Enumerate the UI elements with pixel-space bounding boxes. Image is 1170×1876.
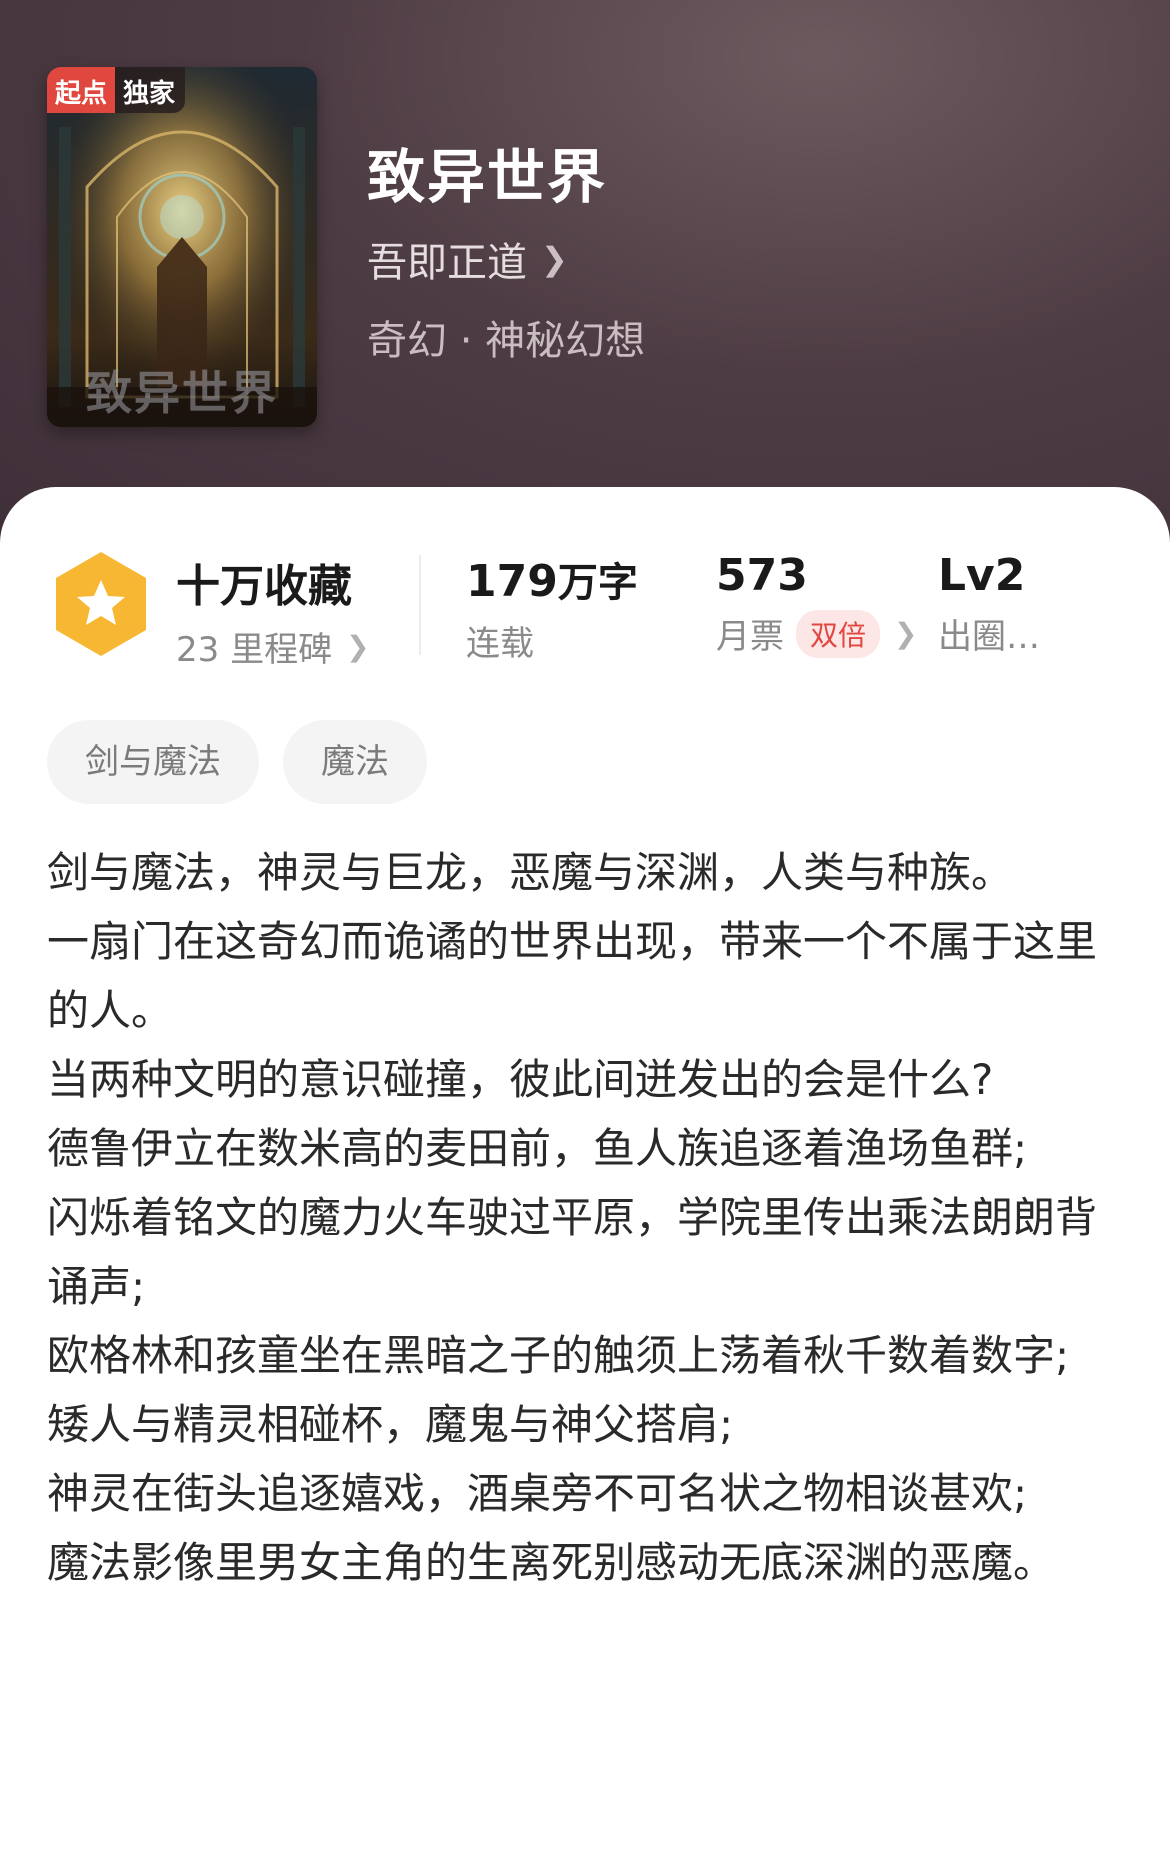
favorites-label: 十万收藏: [176, 561, 352, 612]
description-line: 魔法影像里男女主角的生离死别感动无底深渊的恶魔。: [47, 1538, 1056, 1587]
monthly-votes-label: 月票: [716, 617, 784, 657]
author-link[interactable]: 吾即正道 ❯: [367, 230, 568, 288]
book-description: 剑与魔法，神灵与巨龙，恶魔与深渊，人类与种族。 一扇门在这奇幻而诡谲的世界出现，…: [47, 838, 1127, 1597]
monthly-votes-value: 573: [716, 550, 808, 601]
description-line: 剑与魔法，神灵与巨龙，恶魔与深渊，人类与种族。: [47, 848, 1014, 897]
description-line: 当两种文明的意识碰撞，彼此间迸发出的会是什么?: [47, 1055, 994, 1104]
level-value: Lv2: [938, 550, 1026, 601]
stats-divider: [419, 555, 421, 655]
word-count-unit: 万字: [557, 560, 638, 606]
genre-label[interactable]: 奇幻 · 神秘幻想: [367, 308, 645, 366]
tag-magic[interactable]: 魔法: [283, 720, 427, 804]
star-badge-icon[interactable]: [52, 550, 150, 658]
double-badge: 双倍: [796, 609, 881, 658]
description-line: 闪烁着铭文的魔力火车驶过平原，学院里传出乘法朗朗背诵声;: [47, 1193, 1098, 1311]
book-cover[interactable]: 起点 独家 致异世界: [47, 67, 317, 427]
description-line: 德鲁伊立在数米高的麦田前，鱼人族追逐着渔场鱼群;: [47, 1124, 1028, 1173]
serial-status: 连载: [466, 624, 534, 664]
level-label: 出圈…: [938, 617, 1040, 657]
word-count-stat: 179万字 连载: [466, 550, 638, 665]
milestones-label: 23 里程碑: [176, 630, 333, 670]
chevron-right-icon: ❯: [894, 617, 918, 650]
description-line: 神灵在街头追逐嬉戏，酒桌旁不可名状之物相谈甚欢;: [47, 1469, 1028, 1518]
author-name: 吾即正道: [367, 240, 527, 286]
tag-sword-magic[interactable]: 剑与魔法: [47, 720, 259, 804]
chevron-right-icon: ❯: [346, 630, 370, 663]
favorites-stat[interactable]: 十万收藏 23 里程碑 ❯: [176, 550, 370, 671]
description-line: 欧格林和孩童坐在黑暗之子的触须上荡着秋千数着数字;: [47, 1331, 1070, 1380]
description-line: 矮人与精灵相碰杯，魔鬼与神父搭肩;: [47, 1400, 734, 1449]
badge-qidian: 起点: [47, 67, 116, 113]
cover-title-art: 致异世界: [86, 366, 278, 420]
book-title: 致异世界: [367, 143, 608, 211]
level-stat[interactable]: Lv2 出圈…: [938, 550, 1040, 658]
description-line: 一扇门在这奇幻而诡谲的世界出现，带来一个不属于这里的人。: [47, 917, 1098, 1035]
monthly-votes-stat[interactable]: 573 月票 双倍 ❯: [716, 550, 917, 658]
chevron-right-icon: ❯: [541, 240, 568, 278]
word-count-value: 179: [466, 556, 558, 607]
exclusive-badge: 起点 独家: [47, 67, 186, 113]
badge-exclusive: 独家: [115, 67, 186, 113]
tag-list: 剑与魔法 魔法: [47, 720, 451, 804]
